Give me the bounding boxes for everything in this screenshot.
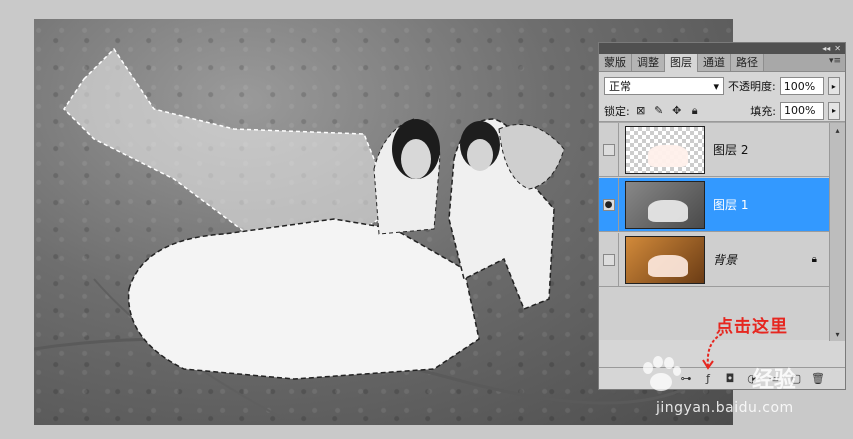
layers-list: 图层 2 ● 图层 1 背景 🔒︎ ▴ ▾ bbox=[599, 122, 845, 341]
opacity-slider-button[interactable]: ▸ bbox=[827, 77, 840, 95]
layer-thumbnail bbox=[625, 235, 705, 284]
eye-icon: ● bbox=[602, 198, 615, 211]
fill-input[interactable]: 100% bbox=[780, 101, 824, 120]
layer-name: 图层 1 bbox=[713, 198, 749, 212]
lock-all-icon[interactable]: 🔒︎ bbox=[688, 104, 702, 118]
visibility-toggle[interactable]: ● bbox=[599, 177, 619, 232]
watermark-brand: 经验 bbox=[752, 368, 797, 393]
tab-adjustments[interactable]: 调整 bbox=[632, 54, 665, 71]
lock-position-icon[interactable]: ✥ bbox=[670, 104, 684, 118]
trash-icon[interactable]: 🗑︎ bbox=[811, 372, 825, 386]
paw-logo-icon bbox=[643, 356, 681, 391]
close-icon[interactable]: ✕ bbox=[834, 44, 841, 53]
scroll-up-icon[interactable]: ▴ bbox=[830, 123, 845, 137]
tab-channels[interactable]: 通道 bbox=[698, 54, 731, 71]
layer-row-1[interactable]: ● 图层 1 bbox=[599, 177, 829, 232]
fill-slider-button[interactable]: ▸ bbox=[828, 101, 840, 120]
panel-title-bar[interactable]: ◂◂ ✕ bbox=[599, 43, 845, 54]
layer-name: 图层 2 bbox=[713, 143, 749, 157]
tab-masks[interactable]: 蒙版 bbox=[599, 54, 632, 71]
lock-transparency-icon[interactable]: ⊠ bbox=[634, 104, 648, 118]
lock-icon: 🔒︎ bbox=[811, 254, 817, 265]
visibility-box bbox=[602, 253, 615, 266]
fill-label: 填充: bbox=[750, 104, 776, 118]
chevron-down-icon: ▾ bbox=[713, 79, 719, 93]
panel-menu-icon[interactable]: ▾≡ bbox=[829, 56, 841, 66]
tab-layers[interactable]: 图层 bbox=[665, 54, 698, 72]
watermark-url: jingyan.baidu.com bbox=[656, 400, 794, 416]
layers-scrollbar[interactable]: ▴ ▾ bbox=[829, 123, 845, 341]
visibility-toggle[interactable] bbox=[599, 232, 619, 287]
visibility-toggle[interactable] bbox=[599, 122, 619, 177]
lock-label: 锁定: bbox=[604, 104, 630, 118]
panel-tabs: 蒙版 调整 图层 通道 路径 ▾≡ bbox=[599, 54, 845, 72]
blend-row: 正常 ▾ 不透明度: 100% ▸ bbox=[599, 72, 845, 100]
watermark: 经验 jingyan.baidu.com bbox=[640, 356, 797, 416]
layer-name: 背景 bbox=[713, 253, 738, 267]
layer-row-background[interactable]: 背景 🔒︎ bbox=[599, 232, 829, 287]
layer-thumbnail bbox=[625, 125, 705, 174]
tab-paths[interactable]: 路径 bbox=[731, 54, 764, 71]
layer-thumbnail bbox=[625, 180, 705, 229]
opacity-input[interactable]: 100% bbox=[779, 77, 824, 95]
lock-pixels-icon[interactable]: ✎ bbox=[652, 104, 666, 118]
scroll-down-icon[interactable]: ▾ bbox=[830, 327, 845, 341]
visibility-box bbox=[602, 143, 615, 156]
blend-mode-value: 正常 bbox=[609, 80, 631, 93]
collapse-icon[interactable]: ◂◂ bbox=[822, 44, 830, 53]
lock-row: 锁定: ⊠ ✎ ✥ 🔒︎ 填充: 100% ▸ bbox=[599, 100, 845, 122]
opacity-label: 不透明度: bbox=[728, 80, 776, 93]
blend-mode-select[interactable]: 正常 ▾ bbox=[604, 77, 724, 95]
layer-row-2[interactable]: 图层 2 bbox=[599, 122, 829, 177]
